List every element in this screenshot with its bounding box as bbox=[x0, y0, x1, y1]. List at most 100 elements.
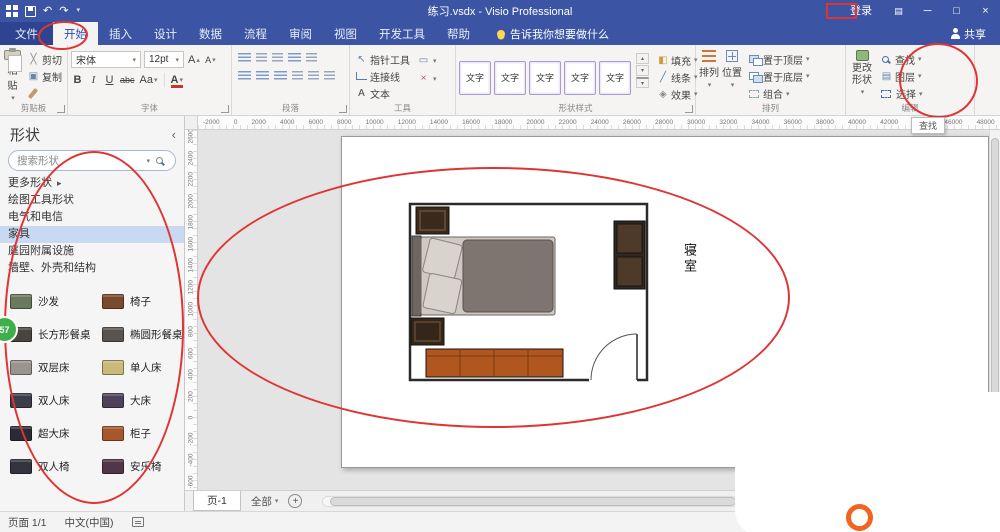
stencil-shape[interactable]: 柜子 bbox=[92, 417, 184, 450]
change-shape-button[interactable]: 更改形状 ▾ bbox=[849, 48, 875, 102]
tab-file[interactable]: 文件 bbox=[0, 22, 53, 45]
collapse-panel-icon[interactable]: ‹ bbox=[172, 127, 176, 142]
search-dropdown-icon[interactable]: ▾ bbox=[146, 157, 150, 165]
font-size-select[interactable]: 12pt ▾ bbox=[144, 51, 184, 68]
find-button[interactable]: 查找 ▾ bbox=[878, 51, 925, 67]
align-bottom-icon[interactable] bbox=[323, 71, 335, 81]
shape-style-preview[interactable]: 文字 bbox=[599, 60, 631, 95]
all-pages-button[interactable]: 全部 ▾ bbox=[251, 494, 279, 509]
close-button[interactable]: × bbox=[971, 0, 1000, 22]
layers-button[interactable]: ▤ 图层 ▾ bbox=[878, 68, 925, 84]
shape-style-preview[interactable]: 文字 bbox=[529, 60, 561, 95]
align-top-icon[interactable] bbox=[291, 71, 303, 81]
save-icon[interactable] bbox=[25, 5, 36, 17]
pillow[interactable] bbox=[422, 273, 463, 315]
stencil-shape[interactable]: 超大床 bbox=[0, 417, 92, 450]
text-direction-icon[interactable] bbox=[305, 53, 317, 63]
align-right-icon[interactable] bbox=[273, 71, 287, 81]
text-tool-button[interactable]: A 文本 bbox=[353, 86, 412, 102]
shape-search-input[interactable]: 搜索形状 ▾ bbox=[8, 150, 176, 171]
scrollbar-thumb[interactable] bbox=[330, 496, 737, 506]
stencil-shape[interactable]: 椅子 bbox=[92, 285, 184, 318]
align-center-icon[interactable] bbox=[255, 71, 269, 81]
grow-font-button[interactable]: A ▴ bbox=[187, 52, 201, 68]
shape-style-preview[interactable]: 文字 bbox=[564, 60, 596, 95]
fill-button[interactable]: ◧ 填充 ▾ bbox=[655, 52, 700, 68]
bring-to-front-button[interactable]: 置于顶层 ▾ bbox=[745, 51, 812, 67]
add-page-button[interactable]: + bbox=[288, 494, 303, 508]
tab-开始[interactable]: 开始 bbox=[53, 22, 98, 45]
bed-blanket[interactable] bbox=[462, 239, 554, 313]
dialog-launcher-icon[interactable] bbox=[685, 105, 693, 113]
tab-插入[interactable]: 插入 bbox=[98, 22, 143, 45]
align-middle-icon[interactable] bbox=[307, 71, 319, 81]
stencil-shape[interactable]: 沙发 bbox=[0, 285, 92, 318]
italic-button[interactable]: I bbox=[87, 72, 100, 88]
scrollbar-thumb[interactable] bbox=[991, 138, 999, 419]
category-绘图工具形状[interactable]: 绘图工具形状 bbox=[0, 192, 184, 209]
category-更多形状[interactable]: 更多形状 ▸ bbox=[0, 175, 184, 192]
shrink-font-button[interactable]: A ▾ bbox=[204, 52, 217, 68]
copy-button[interactable]: ▣ 复制 bbox=[25, 68, 64, 84]
shape-style-preview[interactable]: 文字 bbox=[494, 60, 526, 95]
pointer-tool-button[interactable]: ↖ 指针工具 bbox=[353, 51, 412, 67]
cut-button[interactable]: ╳ 剪切 bbox=[25, 51, 64, 67]
stencil-shape[interactable]: 双人床 bbox=[0, 384, 92, 417]
bold-button[interactable]: B bbox=[71, 72, 84, 88]
tab-帮助[interactable]: 帮助 bbox=[436, 22, 481, 45]
qat-dropdown-icon[interactable]: ▾ bbox=[76, 0, 80, 22]
redo-icon[interactable]: ↷ bbox=[59, 0, 68, 22]
connection-point-button[interactable]: × ▾ bbox=[415, 70, 439, 87]
tab-设计[interactable]: 设计 bbox=[143, 22, 188, 45]
bullets-icon[interactable] bbox=[237, 53, 251, 63]
dialog-launcher-icon[interactable] bbox=[57, 105, 65, 113]
minimize-button[interactable]: ─ bbox=[913, 0, 942, 22]
line-button[interactable]: ╱ 线条 ▾ bbox=[655, 69, 700, 85]
gallery-up-icon[interactable]: ▴ bbox=[636, 53, 649, 64]
group-button[interactable]: 组合 ▾ bbox=[745, 86, 812, 102]
select-button[interactable]: 选择 ▾ bbox=[878, 86, 925, 102]
font-family-select[interactable]: 宋体 ▾ bbox=[71, 51, 141, 68]
stencil-shape[interactable]: 双人椅 bbox=[0, 450, 92, 483]
restore-button[interactable]: □ bbox=[942, 0, 971, 22]
tab-审阅[interactable]: 审阅 bbox=[278, 22, 323, 45]
category-墙壁、外壳和结构[interactable]: 墙壁、外壳和结构 bbox=[0, 260, 184, 277]
share-button[interactable]: 共享 bbox=[951, 22, 986, 45]
dialog-launcher-icon[interactable] bbox=[339, 105, 347, 113]
stencil-shape[interactable]: 双层床 bbox=[0, 351, 92, 384]
tell-me-search[interactable]: 告诉我你想要做什么 bbox=[497, 22, 609, 45]
gallery-down-icon[interactable]: ▾ bbox=[636, 65, 649, 76]
category-家具[interactable]: 家具 bbox=[0, 226, 184, 243]
dialog-launcher-icon[interactable] bbox=[221, 105, 229, 113]
paste-button[interactable]: 粘贴 ▾ bbox=[3, 48, 22, 102]
tab-数据[interactable]: 数据 bbox=[188, 22, 233, 45]
ribbon-options-icon[interactable]: ▤ bbox=[884, 0, 913, 22]
gallery-more-icon[interactable]: ▾ bbox=[636, 77, 649, 88]
stencil-shape[interactable]: 安乐椅 bbox=[92, 450, 184, 483]
line-spacing-icon[interactable] bbox=[287, 53, 301, 63]
strikethrough-button[interactable]: abc bbox=[119, 72, 136, 88]
connector-tool-button[interactable]: 连接线 bbox=[353, 68, 412, 84]
send-to-back-button[interactable]: 置于底层 ▾ bbox=[745, 68, 812, 84]
app-icon[interactable] bbox=[6, 5, 18, 17]
page-tab[interactable]: 页-1 bbox=[193, 491, 241, 511]
increase-indent-icon[interactable] bbox=[271, 53, 283, 63]
tab-流程[interactable]: 流程 bbox=[233, 22, 278, 45]
align-button[interactable]: 排列 ▾ bbox=[699, 48, 719, 102]
decrease-indent-icon[interactable] bbox=[255, 53, 267, 63]
category-电气和电信[interactable]: 电气和电信 bbox=[0, 209, 184, 226]
undo-icon[interactable]: ↶ bbox=[43, 0, 52, 22]
effects-button[interactable]: ◈ 效果 ▾ bbox=[655, 86, 700, 102]
position-button[interactable]: 位置 ▾ bbox=[722, 48, 742, 102]
shape-style-preview[interactable]: 文字 bbox=[459, 60, 491, 95]
room-label[interactable]: 寝室 bbox=[680, 243, 699, 275]
stencil-shape[interactable]: 大床 bbox=[92, 384, 184, 417]
tab-开发工具[interactable]: 开发工具 bbox=[368, 22, 436, 45]
stencil-shape[interactable]: 椭圆形餐桌 bbox=[92, 318, 184, 351]
status-language[interactable]: 中文(中国) bbox=[65, 515, 114, 530]
rectangle-tool-button[interactable]: ▭ ▾ bbox=[415, 52, 439, 69]
status-book-icon[interactable] bbox=[131, 517, 144, 527]
format-painter-button[interactable] bbox=[25, 86, 64, 102]
change-case-button[interactable]: Aa ▾ bbox=[139, 72, 159, 88]
tab-视图[interactable]: 视图 bbox=[323, 22, 368, 45]
